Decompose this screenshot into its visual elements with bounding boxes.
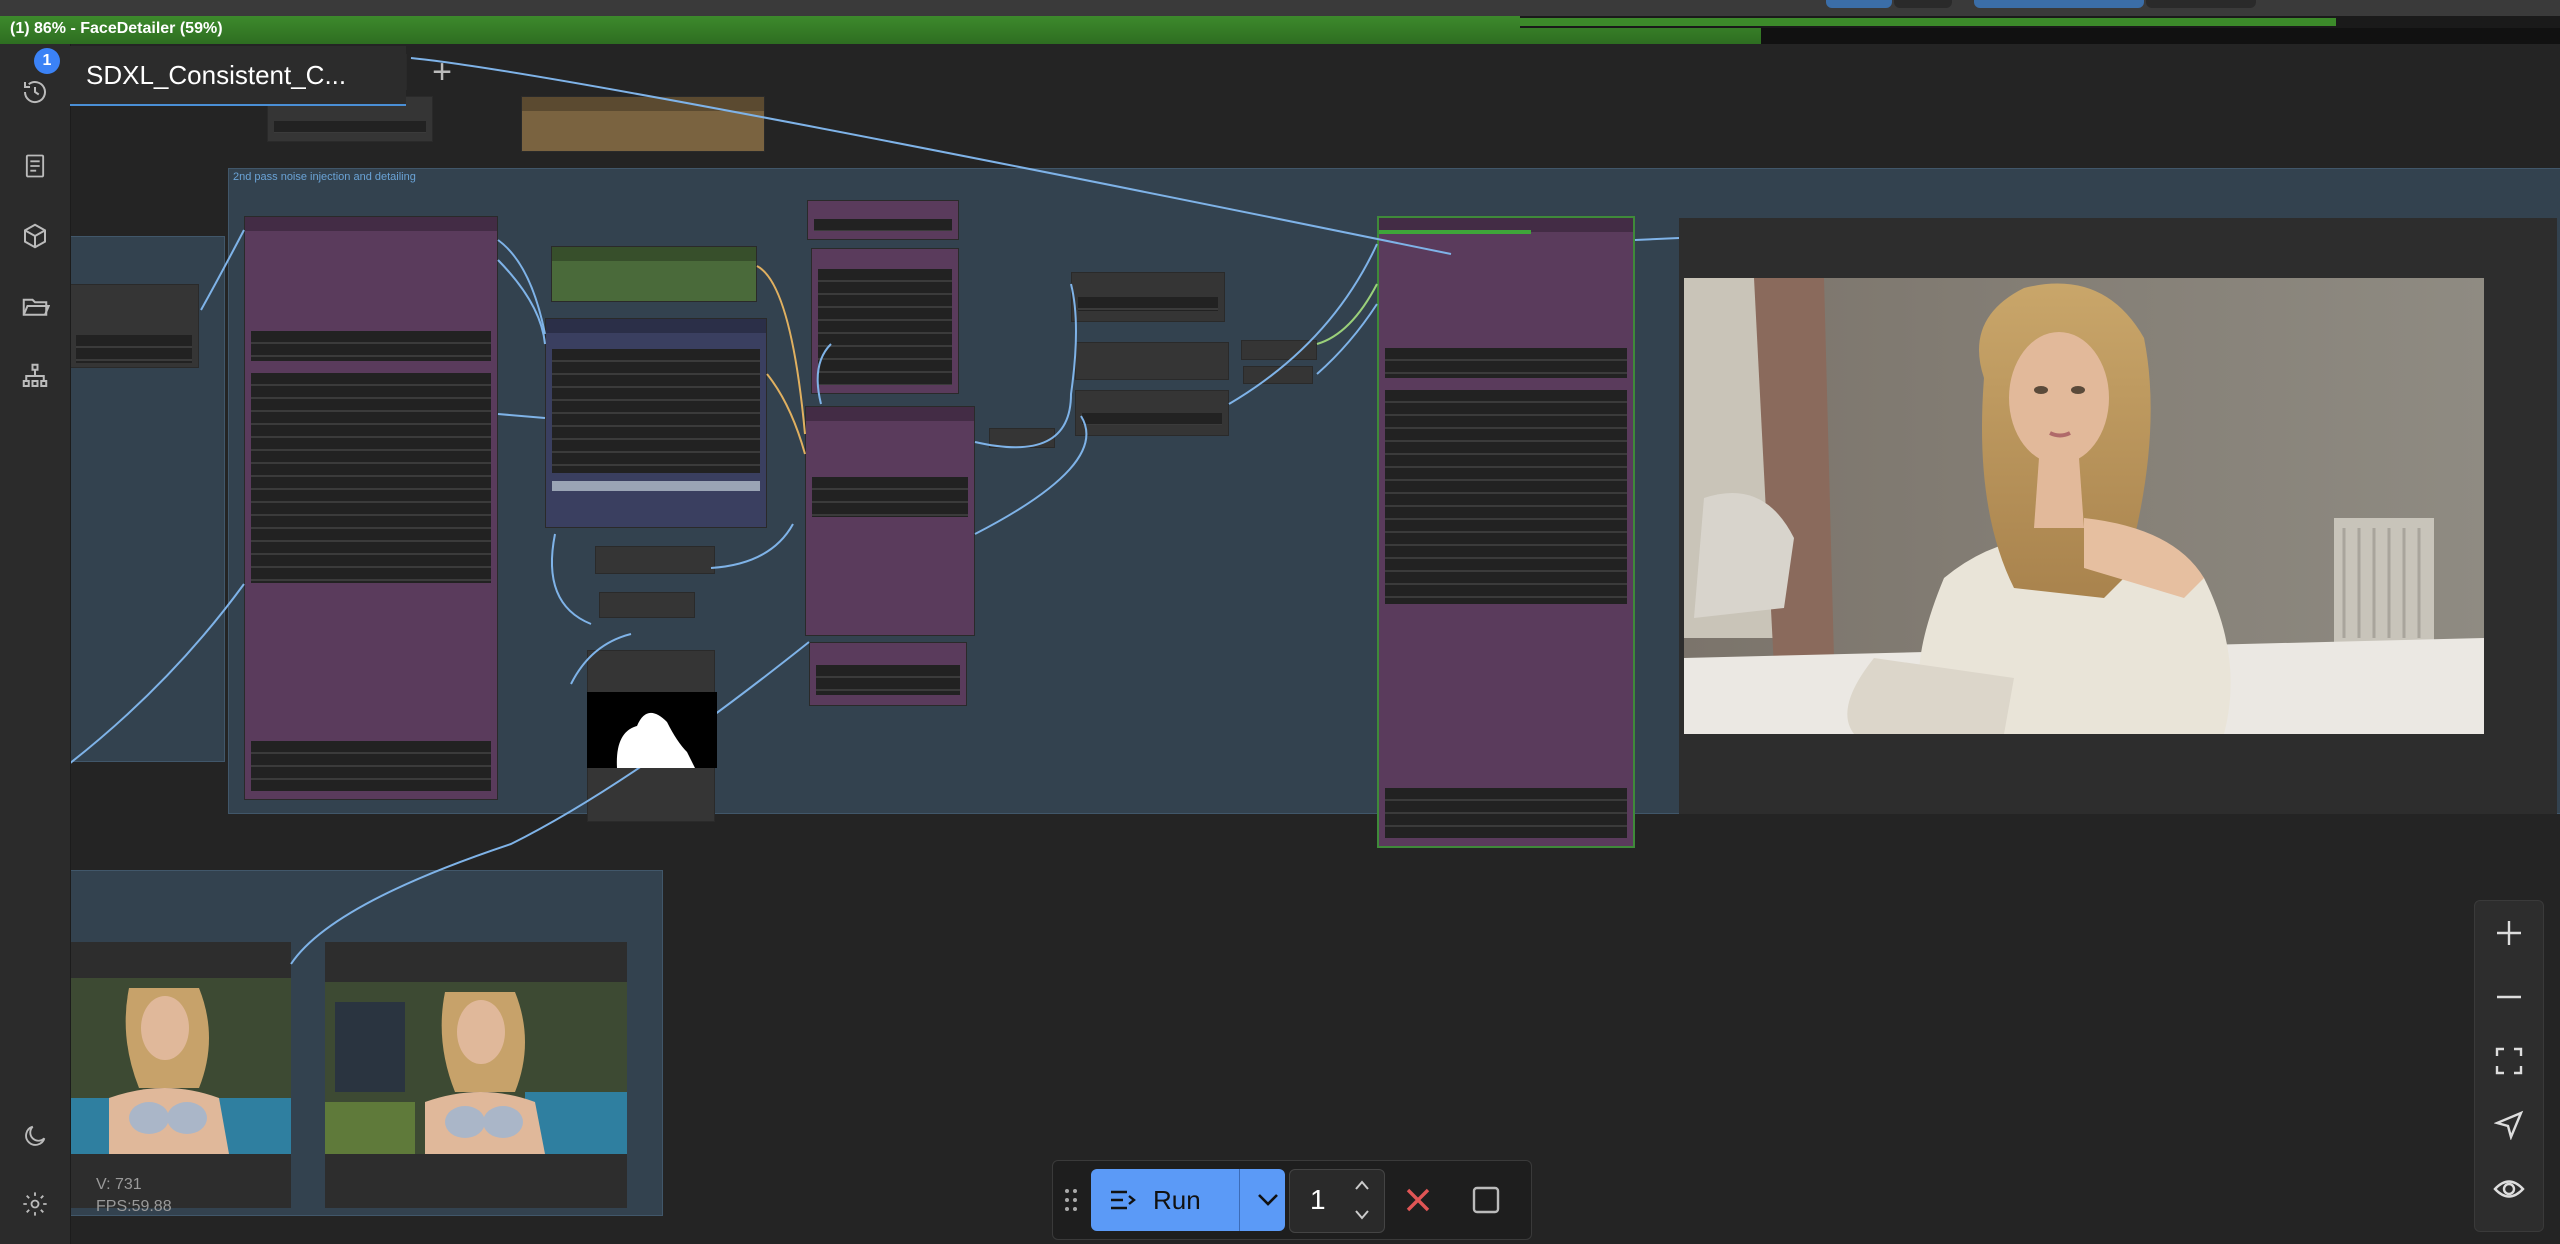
node-header <box>245 217 497 231</box>
graph-node[interactable] <box>809 642 967 706</box>
templates-tree-icon[interactable] <box>17 358 53 394</box>
graph-node[interactable] <box>71 284 199 368</box>
queue-count-badge: 1 <box>34 48 60 74</box>
node-progress-widget <box>552 481 760 491</box>
node-widgets <box>816 665 960 695</box>
canvas-stats: V: 731 FPS:59.88 <box>96 1174 172 1218</box>
zoom-out-icon[interactable] <box>2475 965 2543 1029</box>
progress-label: (1) 86% - FaceDetailer (59%) <box>10 20 223 37</box>
locate-icon[interactable] <box>2475 1093 2543 1157</box>
node-progress-fill <box>1379 230 1531 234</box>
graph-node[interactable] <box>244 216 498 800</box>
node-header <box>546 319 766 333</box>
run-divider <box>1239 1169 1240 1231</box>
fps-readout: FPS:59.88 <box>96 1198 172 1215</box>
batch-count-stepper[interactable]: 1 <box>1289 1169 1385 1233</box>
workflow-tab[interactable]: SDXL_Consistent_C... <box>70 46 406 106</box>
top-bar-tab[interactable] <box>1894 0 1952 8</box>
node-widgets <box>1385 390 1627 604</box>
node-widgets <box>552 349 760 473</box>
batch-count-value: 1 <box>1310 1184 1326 1215</box>
node-widgets <box>812 477 968 517</box>
sidebar <box>0 44 71 1244</box>
group-title: 2nd pass noise injection and detailing <box>233 171 416 183</box>
graph-node[interactable] <box>805 406 975 636</box>
add-workflow-tab-button[interactable]: + <box>424 54 460 90</box>
node-header <box>806 407 974 421</box>
graph-node[interactable] <box>521 96 765 152</box>
node-graph-canvas[interactable]: 2nd pass noise injection and detailing <box>71 44 2560 1244</box>
graph-node[interactable] <box>1075 342 1229 380</box>
drag-handle-icon[interactable] <box>1063 1185 1079 1215</box>
node-widgets <box>251 331 491 361</box>
model-library-icon[interactable] <box>17 218 53 254</box>
cancel-current-icon[interactable] <box>1403 1185 1433 1220</box>
run-toolbar: Run 1 <box>1052 1160 1532 1240</box>
mask-preview <box>587 692 717 768</box>
run-button[interactable]: Run <box>1091 1169 1285 1231</box>
clear-queue-icon[interactable] <box>1471 1185 1501 1220</box>
node-widgets <box>1385 788 1627 838</box>
chevron-down-icon[interactable] <box>1255 1189 1281 1216</box>
graph-node[interactable] <box>545 318 767 528</box>
graph-node[interactable] <box>989 428 1055 448</box>
node-widgets <box>1082 413 1222 425</box>
graph-node[interactable] <box>595 546 715 574</box>
face-detailer-node[interactable] <box>1377 216 1635 848</box>
top-bar-tab[interactable] <box>1826 0 1892 8</box>
graph-node[interactable] <box>1243 366 1313 384</box>
graph-node[interactable] <box>1071 272 1225 322</box>
node-widgets <box>1078 297 1218 311</box>
preview-thumbnail <box>71 978 291 1154</box>
node-widgets <box>76 335 192 363</box>
graph-node[interactable] <box>599 592 695 618</box>
preview-thumbnail <box>325 982 627 1154</box>
node-widgets <box>251 373 491 583</box>
node-library-icon[interactable] <box>17 148 53 184</box>
zoom-in-icon[interactable] <box>2475 901 2543 965</box>
increment-icon[interactable] <box>1352 1176 1372 1199</box>
graph-node[interactable] <box>811 248 959 394</box>
node-widgets <box>251 741 491 791</box>
node-widgets <box>274 121 426 133</box>
theme-moon-icon[interactable] <box>17 1118 53 1154</box>
node-progress-fill <box>1520 18 2337 26</box>
node-header <box>552 247 756 261</box>
settings-gear-icon[interactable] <box>17 1186 53 1222</box>
run-label: Run <box>1153 1185 1201 1215</box>
graph-node[interactable] <box>1075 390 1229 436</box>
queue-icon <box>1109 1187 1137 1218</box>
node-progress-bar <box>1520 16 2560 28</box>
graph-node[interactable] <box>807 200 959 240</box>
vertex-count: V: 731 <box>96 1176 142 1193</box>
top-bar-tab[interactable] <box>2146 0 2256 8</box>
decrement-icon[interactable] <box>1352 1206 1372 1229</box>
graph-node[interactable] <box>1241 340 1317 360</box>
overall-progress-fill <box>0 16 1762 44</box>
queue-history-icon[interactable] <box>17 74 53 110</box>
node-widgets <box>818 269 952 385</box>
preview-image <box>1684 278 2484 734</box>
node-widgets <box>814 219 952 231</box>
top-bar-tab[interactable] <box>1974 0 2144 8</box>
node-header <box>522 97 764 111</box>
toggle-links-icon[interactable] <box>2475 1157 2543 1221</box>
graph-node[interactable] <box>551 246 757 302</box>
top-bar <box>0 0 2560 16</box>
node-widgets <box>1385 348 1627 378</box>
workflows-folder-icon[interactable] <box>17 288 53 324</box>
canvas-zoom-controls <box>2474 900 2544 1232</box>
fit-view-icon[interactable] <box>2475 1029 2543 1093</box>
